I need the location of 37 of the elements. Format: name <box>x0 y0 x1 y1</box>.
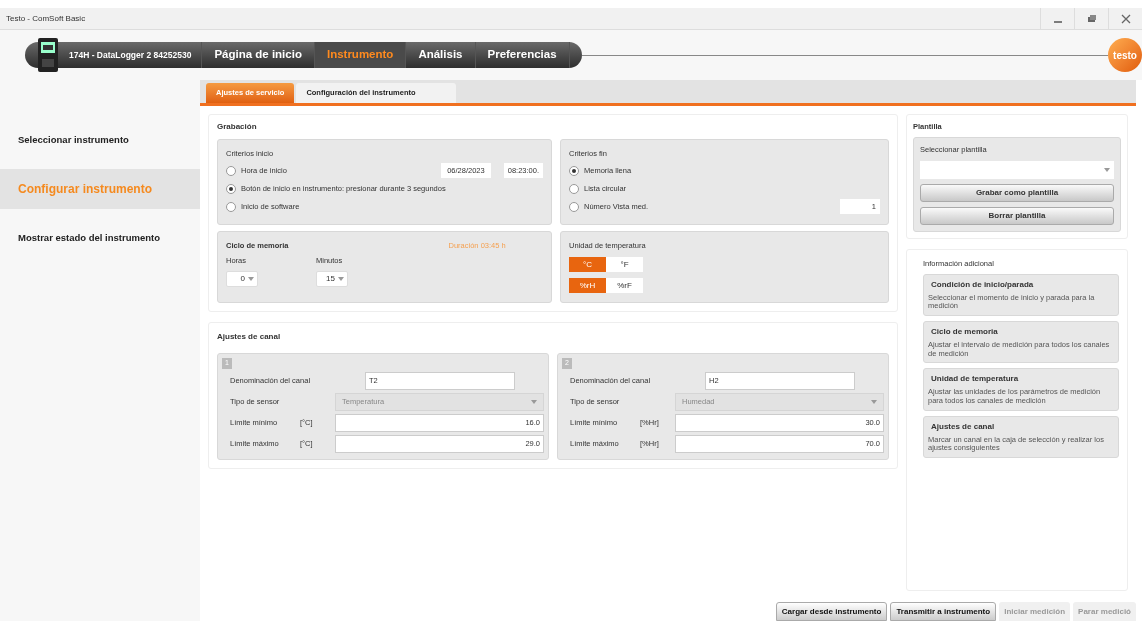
spin-box[interactable]: 0 <box>226 270 258 287</box>
sidebar-item[interactable]: Seleccionar instrumento <box>0 125 200 155</box>
radio-button[interactable] <box>569 183 579 194</box>
radio-button[interactable] <box>569 165 579 176</box>
nav-tab[interactable]: Instrumento <box>314 42 407 68</box>
radio-button[interactable] <box>569 201 579 212</box>
nav-tab[interactable]: Página de inicio <box>202 42 315 68</box>
unit-toggle[interactable]: °F <box>606 257 643 273</box>
device-name: 174H - DataLogger 2 84252530 <box>59 42 203 68</box>
radio-button[interactable] <box>226 201 236 212</box>
caret-icon <box>531 399 537 404</box>
nav-tab[interactable]: Análisis <box>406 42 476 68</box>
template-button[interactable]: Grabar como plantilla <box>920 183 1114 202</box>
unit-toggle[interactable]: %rF <box>606 278 643 294</box>
radio-button[interactable] <box>226 183 236 194</box>
sidebar-item[interactable]: Mostrar estado del instrumento <box>0 223 200 253</box>
info-card-title: Condición de inicio/parada <box>930 278 1035 291</box>
data-logger-icon <box>37 37 59 73</box>
section-title: Ajustes de canal <box>217 331 282 343</box>
section-title: Grabación <box>217 121 258 133</box>
restore-icon[interactable] <box>1086 13 1097 24</box>
action-button[interactable]: Transmitir a instrumento <box>890 602 997 621</box>
template-button[interactable]: Borrar plantilla <box>920 206 1114 225</box>
nav-tab[interactable]: Preferencias <box>475 42 570 68</box>
caret-icon <box>338 276 344 281</box>
close-icon[interactable] <box>1120 13 1131 24</box>
radio-button[interactable] <box>226 165 236 176</box>
spin-box[interactable]: 15 <box>316 270 348 287</box>
action-button[interactable]: Cargar desde instrumento <box>775 602 888 621</box>
caret-icon <box>248 276 254 281</box>
info-card-title: Ajustes de canal <box>930 420 996 433</box>
info-card-title: Unidad de temperatura <box>930 373 1020 386</box>
caret-icon <box>871 399 877 404</box>
caret-icon <box>1104 167 1110 172</box>
brand-logo: testo <box>1108 38 1142 72</box>
window-title: Testo - ComSoft Basic <box>6 12 86 25</box>
info-card-title: Ciclo de memoria <box>930 326 999 338</box>
